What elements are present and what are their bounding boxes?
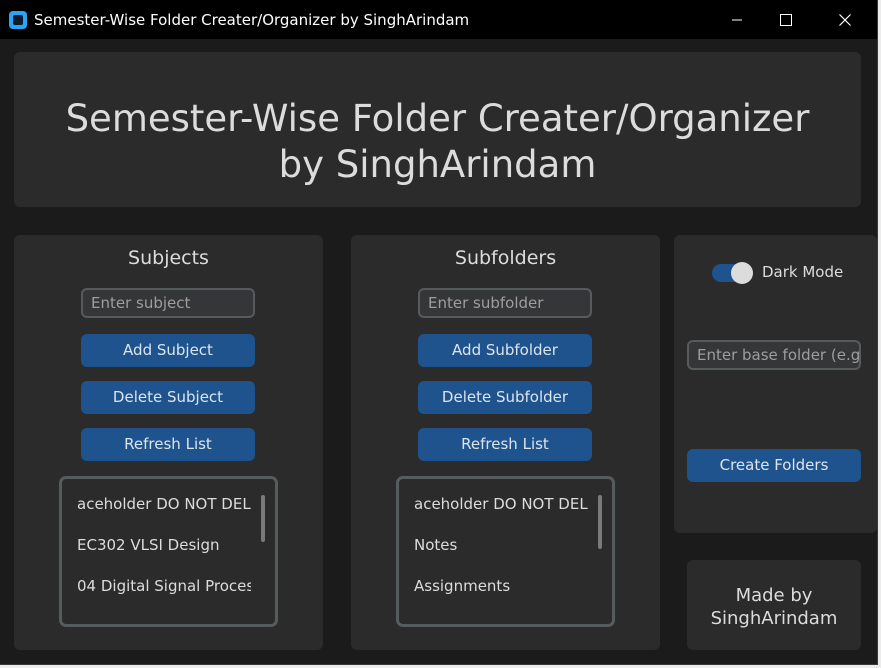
list-item[interactable]: Notes	[414, 536, 588, 554]
add-subfolder-button[interactable]: Add Subfolder	[418, 334, 592, 367]
minimize-button[interactable]	[709, 0, 765, 39]
list-item[interactable]: 04 Digital Signal Processing	[77, 577, 251, 595]
list-item[interactable]: Assignments	[414, 577, 588, 595]
window-title: Semester-Wise Folder Creater/Organizer b…	[34, 11, 470, 29]
header-panel: Semester-Wise Folder Creater/Organizer b…	[14, 52, 861, 207]
subjects-scrollbar[interactable]	[261, 495, 265, 542]
credit-text: Made by SinghArindam	[687, 584, 861, 630]
credit-panel: Made by SinghArindam	[687, 560, 861, 650]
subjects-title: Subjects	[128, 247, 209, 269]
close-icon	[839, 13, 851, 26]
list-item[interactable]: aceholder DO NOT DELETE	[77, 495, 251, 513]
app-window: Semester-Wise Folder Creater/Organizer b…	[0, 0, 878, 665]
credit-line-2: SinghArindam	[710, 608, 838, 629]
close-button[interactable]	[817, 0, 873, 39]
subject-input[interactable]: Enter subject	[81, 288, 255, 318]
credit-line-1: Made by	[735, 585, 813, 606]
delete-subject-button[interactable]: Delete Subject	[81, 381, 255, 414]
subfolders-listbox[interactable]: aceholder DO NOT DELETE Notes Assignment…	[396, 476, 615, 627]
base-folder-input[interactable]: Enter base folder (e.g., C:\Users\)	[687, 340, 861, 370]
subfolders-title: Subfolders	[454, 247, 557, 269]
dark-mode-switch[interactable]	[712, 262, 753, 284]
maximize-button[interactable]	[758, 0, 814, 39]
subfolders-panel: Subfolders Enter subfolder Add Subfolder…	[351, 235, 660, 650]
dark-mode-label: Dark Mode	[762, 263, 844, 281]
subjects-panel: Subjects Enter subject Add Subject Delet…	[14, 235, 323, 650]
create-folders-button[interactable]: Create Folders	[687, 449, 861, 482]
add-subject-button[interactable]: Add Subject	[81, 334, 255, 367]
delete-subfolder-button[interactable]: Delete Subfolder	[418, 381, 592, 414]
app-heading: Semester-Wise Folder Creater/Organizer b…	[14, 96, 861, 188]
refresh-subjects-button[interactable]: Refresh List	[81, 428, 255, 461]
maximize-icon	[780, 13, 792, 26]
list-item[interactable]: aceholder DO NOT DELETE	[414, 495, 588, 513]
app-icon	[9, 11, 27, 29]
app-heading-line-2: by SinghArindam	[278, 143, 597, 186]
title-bar: Semester-Wise Folder Creater/Organizer b…	[0, 0, 877, 39]
list-item[interactable]: EC302 VLSI Design	[77, 536, 251, 554]
app-heading-line-1: Semester-Wise Folder Creater/Organizer	[65, 97, 810, 140]
subfolders-scrollbar[interactable]	[598, 495, 602, 549]
subjects-listbox[interactable]: aceholder DO NOT DELETE EC302 VLSI Desig…	[59, 476, 278, 627]
refresh-subfolders-button[interactable]: Refresh List	[418, 428, 592, 461]
minimize-icon	[732, 19, 742, 20]
subfolder-input[interactable]: Enter subfolder	[418, 288, 592, 318]
switch-knob	[731, 262, 753, 284]
